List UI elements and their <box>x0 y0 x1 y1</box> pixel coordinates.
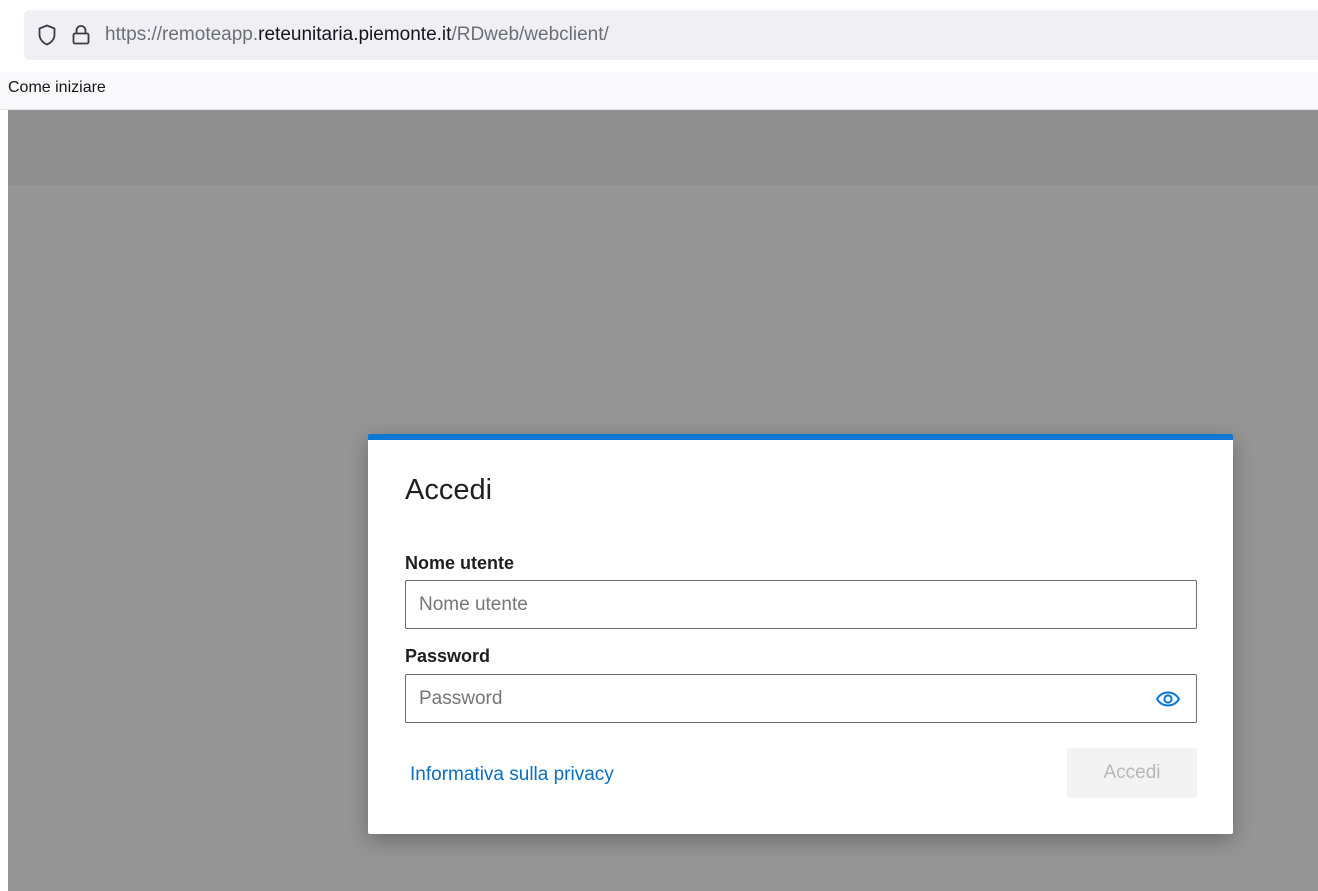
overlay-header-strip <box>8 110 1318 185</box>
browser-toolbar: https://remoteapp.reteunitaria.piemonte.… <box>0 0 1318 72</box>
username-label: Nome utente <box>405 553 515 573</box>
bookmark-come-iniziare[interactable]: Come iniziare <box>8 79 106 97</box>
page-viewport: Accedi Nome utente Password Informativa … <box>0 110 1318 891</box>
url-path: /RDweb/webclient/ <box>451 24 609 45</box>
url-prefix: https://remoteapp. <box>105 24 259 45</box>
login-dialog: Accedi Nome utente Password Informativa … <box>368 434 1233 834</box>
address-bar[interactable]: https://remoteapp.reteunitaria.piemonte.… <box>24 10 1318 60</box>
eye-icon[interactable] <box>1151 685 1185 713</box>
bookmarks-toolbar: Come iniziare <box>0 72 1318 110</box>
privacy-link[interactable]: Informativa sulla privacy <box>410 764 614 786</box>
url-text[interactable]: https://remoteapp.reteunitaria.piemonte.… <box>105 24 609 46</box>
submit-button[interactable]: Accedi <box>1067 748 1197 798</box>
lock-icon[interactable] <box>70 24 92 46</box>
shield-icon[interactable] <box>36 24 58 46</box>
dialog-title: Accedi <box>405 474 493 506</box>
password-label: Password <box>405 646 491 666</box>
password-input[interactable] <box>405 674 1197 723</box>
url-domain: reteunitaria.piemonte.it <box>258 24 452 45</box>
username-input[interactable] <box>405 580 1197 629</box>
